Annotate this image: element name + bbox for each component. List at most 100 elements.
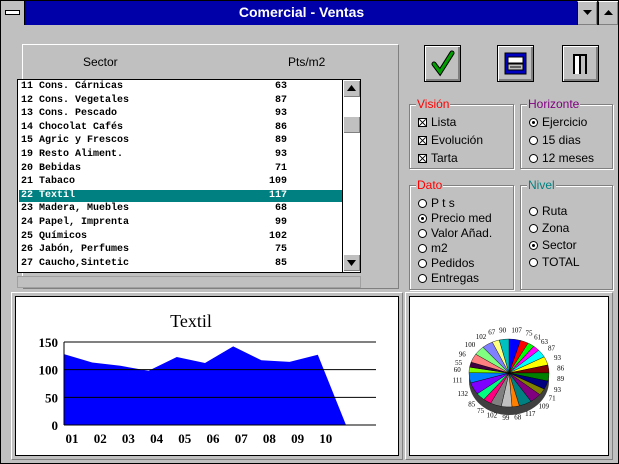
list-item-value: 89 (274, 135, 287, 147)
radio-m2-label: m2 (431, 241, 448, 255)
radio-sector[interactable]: Sector (529, 238, 577, 252)
radio-precio-med[interactable]: Precio med (418, 211, 492, 225)
list-item-sector: 24 Papel, Imprenta (21, 217, 130, 228)
pie-label: 100 (465, 341, 476, 349)
list-item[interactable]: 22 Textil 117 (19, 189, 342, 202)
radio-12-meses-label: 12 meses (542, 151, 595, 165)
horizonte-label: Horizonte (527, 97, 581, 111)
x-tick-label: 08 (263, 431, 277, 446)
horizontal-scrollbar[interactable] (17, 276, 361, 288)
radio-pedidos-label: Pedidos (431, 256, 475, 270)
radio-ejercicio-label: Ejercicio (542, 115, 588, 129)
radio-zona[interactable]: Zona (529, 221, 569, 235)
list-item-value: 68 (274, 203, 287, 215)
list-item-sector: 23 Madera, Muebles (21, 203, 130, 215)
radio-entregas[interactable]: Entregas (418, 271, 479, 285)
pie-label: 109 (538, 403, 549, 411)
radio-pts-label: P t s (431, 196, 455, 210)
system-menu-icon (5, 10, 20, 15)
list-item[interactable]: 13 Cons. Pescado 93 (19, 108, 342, 120)
pie-label: 132 (458, 390, 469, 398)
exit-button[interactable] (562, 45, 599, 82)
system-menu-button[interactable] (1, 1, 25, 25)
list-item-value: 117 (268, 189, 287, 201)
nivel-label: Nivel (527, 178, 556, 192)
pie-label: 86 (557, 365, 565, 373)
pie-label: 85 (468, 401, 476, 409)
list-item-sector: 14 Chocolat Cafés (21, 121, 124, 133)
dato-label: Dato (416, 178, 444, 192)
minimize-button[interactable] (577, 1, 597, 25)
checkbox-icon (418, 136, 427, 145)
column-header-sector: Sector (83, 55, 118, 69)
radio-15-dias-label: 15 dias (542, 133, 581, 147)
y-tick-label: 0 (52, 418, 59, 433)
checkbox-tarta-label: Tarta (431, 151, 458, 165)
scroll-thumb[interactable] (343, 116, 360, 133)
list-item[interactable]: 26 Jabón, Perfumes 75 (19, 244, 342, 256)
radio-12-meses[interactable]: 12 meses (529, 151, 594, 165)
list-item[interactable]: 27 Caucho,Sintetic 85 (19, 258, 342, 270)
radio-m2[interactable]: m2 (418, 241, 448, 255)
list-item[interactable]: 24 Papel, Imprenta 99 (19, 217, 342, 229)
nivel-group: Nivel Ruta Zona Sector TOTAL (520, 178, 613, 290)
area-chart: Textil 0 50 100 150 01 02 03 04 05 06 07 08 09 10 (39, 311, 376, 446)
pie-label: 107 (511, 326, 522, 334)
pie-label: 55 (455, 359, 463, 367)
print-button[interactable] (497, 45, 534, 82)
radio-pedidos[interactable]: Pedidos (418, 256, 474, 270)
scroll-down-button[interactable] (343, 254, 360, 271)
radio-selected-icon (529, 241, 538, 250)
list-item[interactable]: 20 Bebidas 71 (19, 163, 342, 175)
chart-title: Textil (170, 311, 212, 331)
list-item-value: 109 (268, 176, 287, 188)
checkbox-lista[interactable]: Lista (418, 115, 456, 129)
pie-label: 90 (499, 326, 507, 334)
list-item-value: 75 (274, 244, 287, 256)
x-tick-label: 06 (207, 431, 221, 446)
list-item-sector: 21 Tabaco (21, 176, 76, 188)
list-item-value: 102 (268, 230, 287, 242)
radio-precio-med-label: Precio med (431, 211, 492, 225)
radio-entregas-label: Entregas (431, 271, 480, 285)
radio-ejercicio[interactable]: Ejercicio (529, 115, 587, 129)
list-item-value: 93 (274, 108, 287, 120)
accept-button[interactable] (424, 45, 461, 82)
printer-icon (504, 52, 527, 75)
radio-valor-anad[interactable]: Valor Añad. (418, 226, 492, 240)
radio-pts[interactable]: P t s (418, 196, 455, 210)
x-tick-label: 03 (122, 431, 135, 446)
checkbox-evolucion[interactable]: Evolución (418, 133, 483, 147)
radio-icon (529, 258, 538, 267)
list-item[interactable]: 19 Resto Aliment. 93 (19, 149, 342, 161)
radio-icon (418, 244, 427, 253)
list-item-value: 85 (274, 257, 287, 269)
maximize-button[interactable] (598, 1, 618, 25)
list-item[interactable]: 15 Agric y Frescos 89 (19, 135, 342, 147)
radio-ruta[interactable]: Ruta (529, 204, 567, 218)
list-item[interactable]: 11 Cons. Cárnicas 63 (19, 81, 342, 93)
radio-icon (529, 224, 538, 233)
x-tick-label: 05 (178, 431, 192, 446)
list-item-value: 71 (274, 162, 287, 174)
list-item[interactable]: 12 Cons. Vegetales 87 (19, 95, 342, 107)
list-item[interactable]: 14 Chocolat Cafés 86 (19, 122, 342, 134)
pie-chart-panel: 107 75 61 63 87 93 86 89 93 71 109 117 68 99 102 75 85 13… (409, 296, 609, 456)
list-item[interactable]: 23 Madera, Muebles 68 (19, 203, 342, 215)
list-item[interactable]: 25 Químicos 102 (19, 231, 342, 243)
radio-sector-label: Sector (542, 238, 577, 252)
main-window: Comercial - Ventas Sector Pts/m2 11 Cons… (0, 0, 619, 464)
list-item-value: 87 (274, 94, 287, 106)
vision-label: Visión (416, 97, 451, 111)
door-exit-icon (573, 54, 587, 74)
radio-15-dias[interactable]: 15 dias (529, 133, 581, 147)
pie-label: 111 (453, 376, 463, 384)
vertical-scrollbar[interactable] (342, 80, 360, 272)
list-item[interactable]: 21 Tabaco 109 (19, 176, 342, 188)
checkbox-tarta[interactable]: Tarta (418, 151, 458, 165)
radio-total[interactable]: TOTAL (529, 255, 580, 269)
sector-listbox[interactable]: 11 Cons. Cárnicas 63 12 Cons. Vegetales 87 1… (17, 79, 361, 273)
scroll-up-button[interactable] (343, 80, 360, 97)
arrow-up-icon (347, 85, 356, 91)
radio-icon (529, 136, 538, 145)
